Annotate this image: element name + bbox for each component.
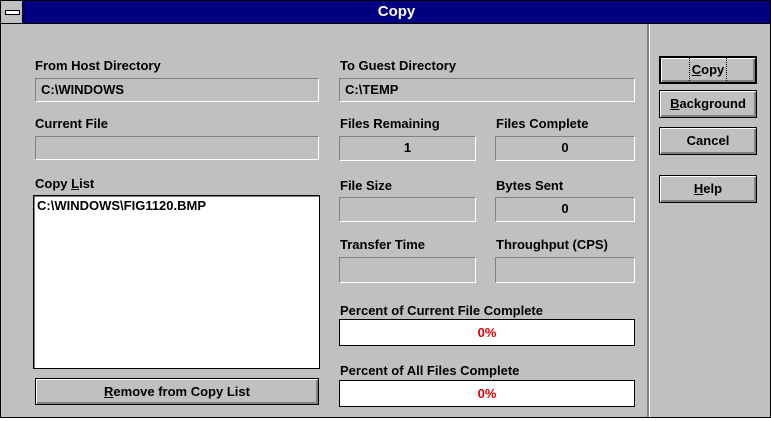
to-guest-label: To Guest Directory <box>340 58 457 73</box>
copy-button-mnemonic: C <box>691 62 702 77</box>
help-button-label: elp <box>703 181 723 196</box>
copy-list-label-prefix: Copy <box>35 176 72 191</box>
copy-list-label-suffix: ist <box>79 176 95 191</box>
file-size-field <box>339 197 476 222</box>
file-size-label: File Size <box>340 178 393 193</box>
window-title: Copy <box>377 3 416 20</box>
list-item[interactable]: C:\WINDOWS\FIG1120.BMP <box>37 197 316 214</box>
all-files-progress-text: 0% <box>477 386 497 401</box>
current-file-progress-bar: 0% <box>339 319 635 346</box>
transfer-time-label: Transfer Time <box>340 237 426 252</box>
copy-list[interactable]: C:\WINDOWS\FIG1120.BMP <box>33 195 320 369</box>
system-menu-icon[interactable] <box>1 1 23 23</box>
copy-dialog: Copy From Host Directory C:\WINDOWS Curr… <box>0 0 771 418</box>
current-file-field <box>35 136 319 160</box>
percent-current-label: Percent of Current File Complete <box>340 303 543 318</box>
current-file-label: Current File <box>35 116 108 131</box>
copy-button[interactable]: Copy <box>659 56 757 84</box>
copy-list-label-mnemonic: L <box>71 176 80 191</box>
files-complete-field: 0 <box>495 136 635 161</box>
title-bar: Copy <box>1 1 770 24</box>
divider <box>647 24 650 417</box>
help-button[interactable]: Help <box>659 175 757 203</box>
remove-button-mnemonic: R <box>104 384 114 399</box>
files-remaining-field: 1 <box>339 136 476 161</box>
remove-button-label: emove from Copy List <box>113 384 250 399</box>
copy-list-label: Copy List <box>35 176 94 191</box>
background-button[interactable]: Background <box>659 90 757 118</box>
percent-all-label: Percent of All Files Complete <box>340 363 520 378</box>
current-file-progress-text: 0% <box>477 325 497 340</box>
from-host-label: From Host Directory <box>35 58 161 73</box>
remove-from-copy-list-button[interactable]: Remove from Copy List <box>35 378 319 405</box>
background-button-label: ackground <box>679 96 746 111</box>
transfer-time-field <box>339 257 476 283</box>
bytes-sent-field: 0 <box>495 197 635 222</box>
files-remaining-label: Files Remaining <box>340 116 440 131</box>
cancel-button[interactable]: Cancel <box>659 127 757 155</box>
copy-button-label: opy <box>701 62 725 77</box>
throughput-field <box>495 257 635 283</box>
throughput-label: Throughput (CPS) <box>496 237 608 252</box>
to-guest-field: C:\TEMP <box>339 78 635 102</box>
cancel-button-label: Cancel <box>686 133 730 148</box>
files-complete-label: Files Complete <box>496 116 589 131</box>
all-files-progress-bar: 0% <box>339 380 635 407</box>
help-button-mnemonic: H <box>693 181 704 196</box>
bytes-sent-label: Bytes Sent <box>496 178 564 193</box>
from-host-field: C:\WINDOWS <box>35 78 319 102</box>
